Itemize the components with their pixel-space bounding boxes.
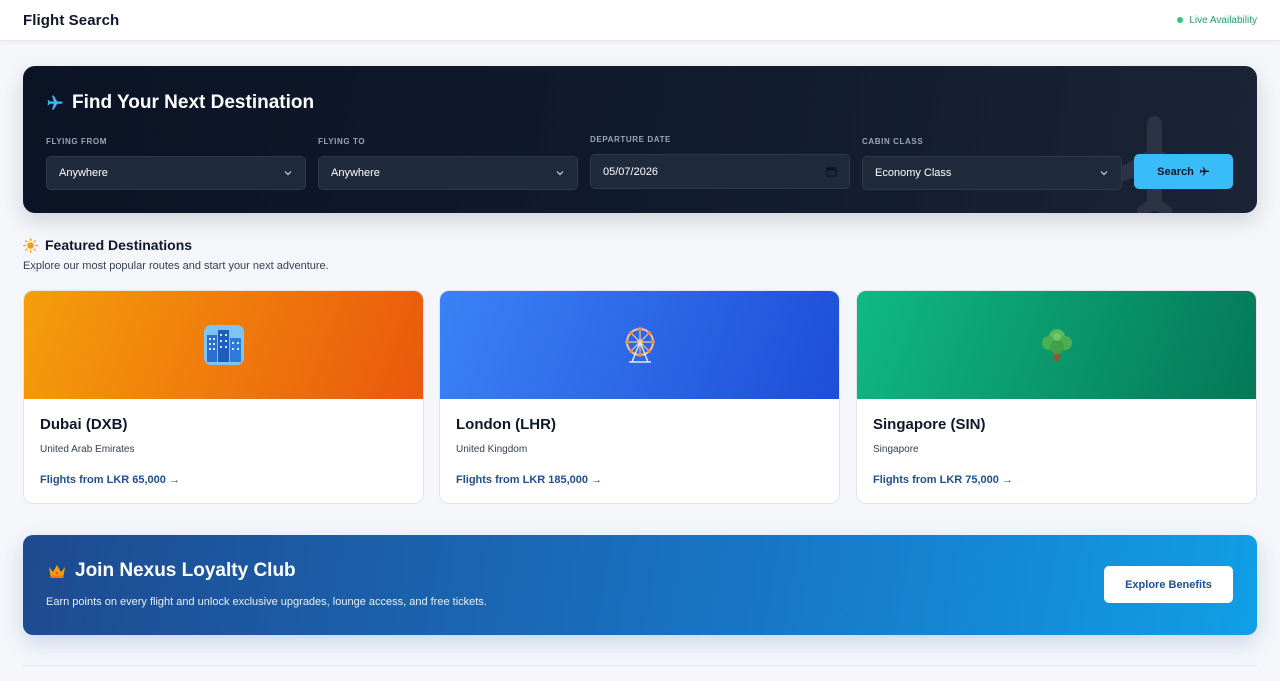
card-country: United Kingdom — [456, 444, 528, 455]
chevron-down-icon — [556, 171, 564, 176]
card-city: Dubai (DXB) — [40, 416, 128, 433]
flying-from-value: Anywhere — [59, 167, 108, 179]
card-country: Singapore — [873, 444, 919, 455]
search-button-label: Search — [1157, 165, 1194, 178]
flying-from-field: FLYING FROM Anywhere — [46, 137, 306, 190]
loyalty-title-text: Join Nexus Loyalty Club — [75, 560, 296, 581]
destination-card-london[interactable]: London (LHR) United Kingdom Flights from… — [439, 290, 840, 504]
card-price-link[interactable]: Flights from LKR 65,000 → — [40, 474, 407, 486]
live-status-label: Live Availability — [1189, 14, 1257, 26]
status-dot-icon — [1177, 17, 1184, 23]
flying-to-value: Anywhere — [331, 167, 380, 179]
card-banner — [440, 291, 839, 399]
card-city: Singapore (SIN) — [873, 416, 986, 433]
card-city: London (LHR) — [456, 416, 556, 433]
flying-to-label: FLYING TO — [318, 137, 366, 146]
departure-date-input[interactable]: 05/07/2026 — [590, 154, 850, 189]
plane-icon — [1199, 166, 1209, 176]
search-title: Find Your Next Destination — [46, 92, 314, 114]
calendar-icon[interactable] — [826, 166, 837, 177]
chevron-down-icon — [1100, 171, 1108, 176]
footer-divider — [23, 665, 1257, 666]
chevron-down-icon — [284, 171, 292, 176]
loyalty-banner: Join Nexus Loyalty Club Earn points on e… — [23, 535, 1257, 635]
card-banner — [857, 291, 1256, 399]
search-panel: Find Your Next Destination FLYING FROM A… — [23, 66, 1257, 213]
tree-icon — [1041, 329, 1072, 362]
departure-date-field: DEPARTURE DATE 05/07/2026 — [590, 135, 850, 189]
flying-from-label: FLYING FROM — [46, 137, 107, 146]
live-availability-indicator: Live Availability — [1177, 15, 1257, 26]
card-content: Dubai (DXB) United Arab Emirates Flights… — [24, 399, 423, 486]
sun-icon — [23, 237, 38, 253]
flying-to-select[interactable]: Anywhere — [318, 156, 578, 190]
departure-date-label: DEPARTURE DATE — [590, 135, 671, 144]
featured-title: Featured Destinations — [45, 237, 193, 253]
search-title-text: Find Your Next Destination — [72, 92, 315, 113]
destination-card-singapore[interactable]: Singapore (SIN) Singapore Flights from L… — [856, 290, 1257, 504]
loyalty-title: Join Nexus Loyalty Club — [48, 560, 296, 582]
card-banner — [24, 291, 423, 399]
explore-benefits-button[interactable]: Explore Benefits — [1104, 566, 1233, 603]
top-bar: Flight Search Live Availability — [0, 0, 1280, 41]
crown-icon — [49, 565, 65, 578]
destination-card-dubai[interactable]: Dubai (DXB) United Arab Emirates Flights… — [23, 290, 424, 504]
loyalty-subtitle: Earn points on every flight and unlock e… — [46, 596, 487, 608]
cabin-class-field: CABIN CLASS Economy Class — [862, 137, 1122, 190]
featured-subtitle: Explore our most popular routes and star… — [23, 260, 329, 272]
plane-icon — [47, 95, 63, 110]
card-content: Singapore (SIN) Singapore Flights from L… — [857, 399, 1256, 486]
search-button[interactable]: Search — [1134, 154, 1233, 189]
card-price-link[interactable]: Flights from LKR 185,000 → — [456, 474, 823, 486]
ferris-wheel-icon — [624, 327, 655, 363]
card-price-link[interactable]: Flights from LKR 75,000 → — [873, 474, 1240, 486]
departure-date-value: 05/07/2026 — [603, 165, 659, 178]
card-country: United Arab Emirates — [40, 444, 135, 455]
app-title: Flight Search — [23, 11, 120, 29]
cabin-class-label: CABIN CLASS — [862, 137, 924, 146]
flying-to-field: FLYING TO Anywhere — [318, 137, 578, 190]
city-buildings-icon — [203, 325, 244, 365]
cabin-class-select[interactable]: Economy Class — [862, 156, 1122, 190]
flying-from-select[interactable]: Anywhere — [46, 156, 306, 190]
featured-heading: Featured Destinations — [23, 237, 192, 253]
card-content: London (LHR) United Kingdom Flights from… — [440, 399, 839, 486]
cabin-class-value: Economy Class — [875, 167, 952, 179]
